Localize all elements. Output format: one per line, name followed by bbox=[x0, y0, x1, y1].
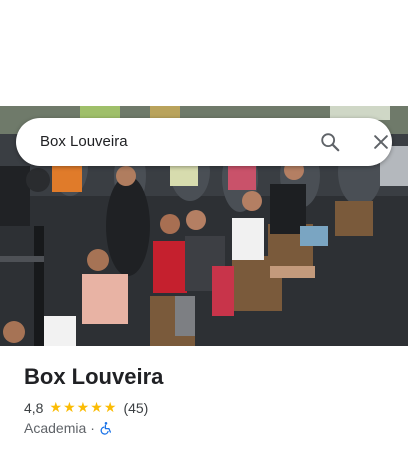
review-count[interactable]: (45) bbox=[123, 400, 148, 416]
rating-value: 4,8 bbox=[24, 400, 44, 416]
wheelchair-icon bbox=[99, 421, 113, 435]
search-bar[interactable]: Box Louveira bbox=[16, 118, 392, 166]
search-button[interactable] bbox=[318, 130, 342, 154]
search-icon bbox=[321, 133, 340, 152]
star-icon: ★ bbox=[76, 400, 90, 416]
place-category: Academia bbox=[24, 420, 87, 436]
category-row: Academia · bbox=[24, 419, 113, 437]
separator-dot: · bbox=[90, 420, 95, 436]
clear-button[interactable] bbox=[369, 130, 393, 154]
star-icon: ★ bbox=[103, 400, 117, 416]
star-icon: ★ bbox=[90, 400, 103, 416]
star-rating: ★ ★ ★ ★ ★ bbox=[49, 401, 117, 415]
place-title[interactable]: Box Louveira bbox=[24, 364, 163, 390]
star-icon: ★ bbox=[63, 400, 76, 416]
rating-row[interactable]: 4,8 ★ ★ ★ ★ ★ (45) bbox=[24, 399, 148, 417]
star-icon: ★ bbox=[49, 400, 63, 416]
close-icon bbox=[374, 135, 388, 149]
search-input[interactable]: Box Louveira bbox=[40, 133, 128, 151]
map-top-blank bbox=[0, 0, 408, 106]
